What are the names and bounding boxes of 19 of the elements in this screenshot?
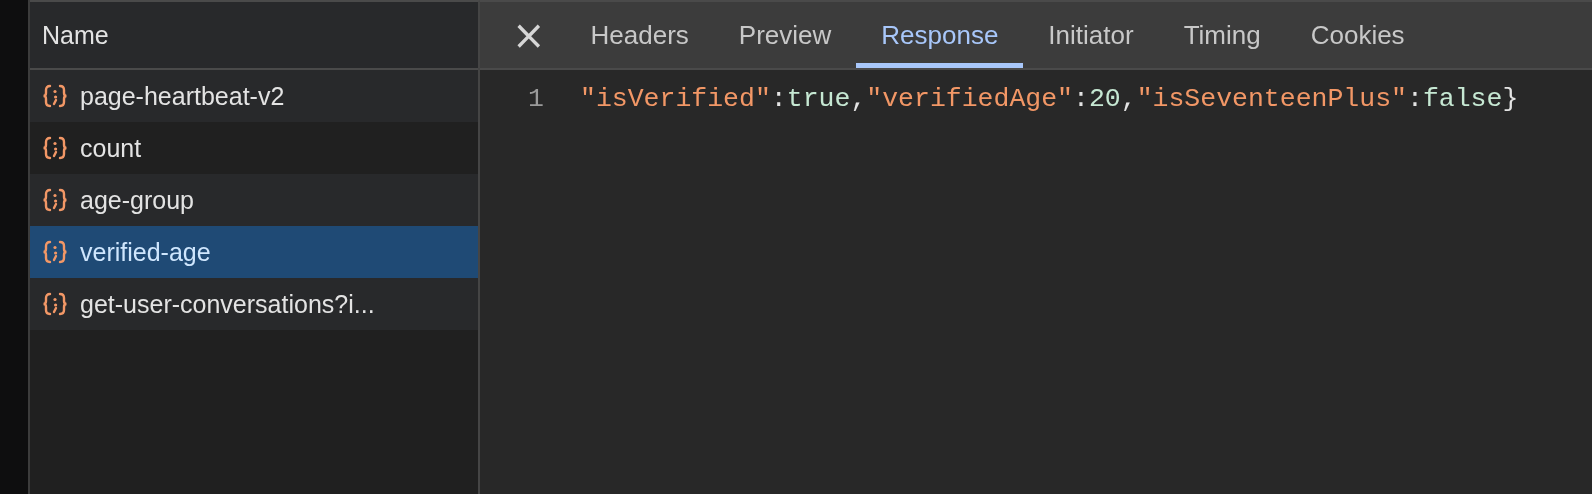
tab[interactable]: Cookies [1285, 2, 1430, 68]
request-row[interactable]: page-heartbeat-v2 [30, 70, 478, 122]
line-number: 1 [527, 84, 545, 114]
close-button[interactable]: × [502, 2, 566, 68]
tab[interactable]: Headers [565, 2, 714, 68]
braces-icon [42, 239, 68, 265]
code-line: "isVerified":true,"verifiedAge":20,"isSeventeenPlus":false} [580, 84, 1519, 114]
braces-icon [42, 83, 68, 109]
tab[interactable]: Timing [1158, 2, 1286, 68]
tab[interactable]: Initiator [1023, 2, 1159, 68]
braces-icon [42, 187, 68, 213]
braces-icon [42, 135, 68, 161]
request-row[interactable]: get-user-conversations?i... [30, 278, 478, 330]
braces-icon [42, 291, 68, 317]
request-row[interactable]: verified-age [30, 226, 478, 278]
tab[interactable]: Response [856, 2, 1024, 68]
column-header[interactable]: Name [42, 20, 109, 50]
request-row[interactable]: age-group [30, 174, 478, 226]
tab[interactable]: Preview [713, 2, 857, 68]
